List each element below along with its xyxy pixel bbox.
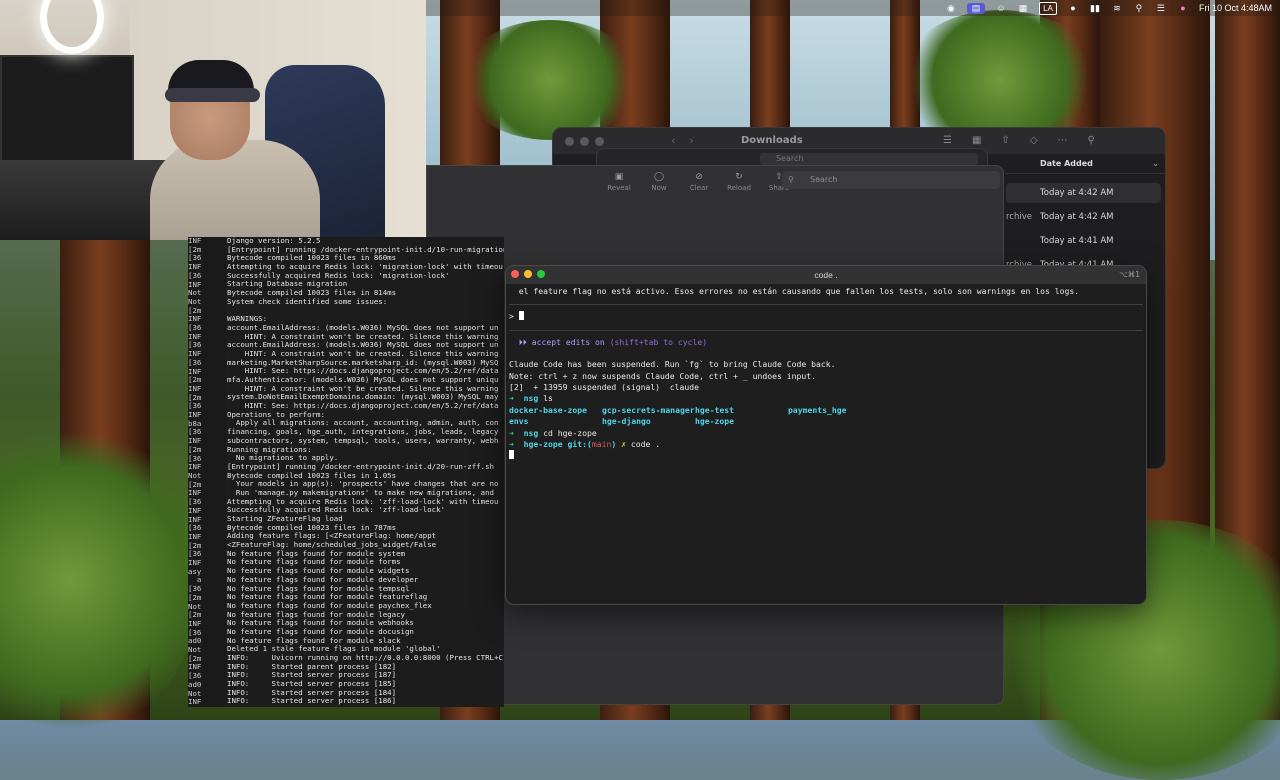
shell-input[interactable]	[509, 450, 1143, 461]
terminal-titlebar: code . ⌥⌘1	[506, 266, 1146, 284]
chevron-down-icon: ⌄	[1152, 159, 1159, 168]
prompt-dir: hge-zope	[513, 438, 563, 449]
file-date: Today at 4:42 AM	[1040, 212, 1114, 222]
search-icon: ⚲	[788, 175, 794, 184]
command-text: ls	[538, 393, 553, 404]
text-cursor	[509, 450, 514, 460]
more-icon[interactable]: ⋯	[1058, 135, 1068, 146]
terminal-shortcut: ⌥⌘1	[1119, 270, 1140, 279]
prompt-symbol: >	[509, 311, 514, 322]
divider	[509, 304, 1143, 306]
console-search-field[interactable]: ⚲ Search	[782, 171, 1000, 189]
group-icon[interactable]: ▦	[972, 135, 981, 146]
share-icon[interactable]: ⇧	[1001, 135, 1009, 146]
file-row[interactable]: rchive Today at 4:42 AM	[1006, 207, 1161, 227]
ls-output-row: docker-base-zope gcp-secrets-manager hge…	[509, 405, 1143, 416]
file-row[interactable]: Today at 4:41 AM	[1006, 231, 1161, 251]
divider	[509, 329, 1143, 331]
list-view-icon[interactable]: ☰	[943, 135, 952, 146]
clear-button[interactable]: ⊘ Clear	[686, 172, 712, 192]
suspend-line-1: Claude Code has been suspended. Run `fg`…	[509, 359, 836, 370]
file-date: Today at 4:41 AM	[1040, 236, 1114, 246]
accept-edits-status: ⏵⏵ accept edits on (shift+tab to cycle)	[509, 337, 1143, 348]
log-line: System check identified some issues:	[227, 296, 388, 306]
ls-output-row: envs hge-django hge-zope	[509, 416, 1143, 427]
control-center-icon[interactable]: ☰	[1155, 3, 1167, 14]
screen-record-icon[interactable]: ◉	[945, 3, 957, 14]
command-text: cd hge-zope	[538, 427, 597, 438]
finder-traffic-lights	[565, 136, 604, 146]
search-icon[interactable]: ⚲	[1133, 3, 1145, 14]
shell-command-line: ➜ nsg cd hge-zope	[509, 428, 1143, 439]
prompt-dir: nsg	[513, 393, 539, 404]
claude-message: el feature flag no está activo. Esos err…	[509, 286, 1080, 296]
file-date: Today at 4:42 AM	[1040, 188, 1114, 198]
search-icon[interactable]: ⚲	[1088, 135, 1095, 146]
git-branch: main	[591, 438, 612, 449]
command-text: code .	[625, 438, 661, 449]
console-toolbar: ▣ Reveal ◯ Now ⊘ Clear ↻ Reload ⇧ Share	[606, 172, 792, 192]
suspend-line-3: [2] + 13959 suspended (signal) claude	[509, 381, 700, 392]
minimize-button[interactable]	[580, 136, 589, 146]
git-label: git:(	[562, 438, 592, 449]
battery-icon[interactable]: ▮▮	[1089, 3, 1101, 14]
now-label: Now	[651, 184, 667, 192]
now-button[interactable]: ◯ Now	[646, 172, 672, 192]
ls-item: hge-test	[695, 404, 734, 415]
stats-icon[interactable]: ▦	[1017, 3, 1029, 14]
ls-item: docker-base-zope	[509, 404, 587, 415]
user-icon[interactable]: ●	[1067, 3, 1079, 14]
close-button[interactable]	[565, 136, 574, 146]
log-left-pane: INF [2m [36 INF [36 INF Not Not [2m INF …	[188, 237, 226, 707]
suspend-line-2: Note: ctrl + z now suspends Claude Code,…	[509, 370, 816, 381]
accessibility-icon[interactable]: ☺	[995, 3, 1007, 14]
reload-label: Reload	[727, 184, 751, 192]
secondary-search-field[interactable]: Search	[760, 153, 978, 165]
clear-icon: ⊘	[695, 172, 703, 182]
menubar-clock[interactable]: Fri 10 Oct 4:48AM	[1199, 3, 1272, 13]
back-icon[interactable]: ‹	[671, 134, 675, 147]
webcam-overlay	[0, 0, 426, 240]
column-header-label: Date Added	[1040, 159, 1093, 168]
forward-icon[interactable]: ›	[689, 134, 693, 147]
terminal-body[interactable]: el feature flag no está activo. Esos err…	[506, 284, 1146, 464]
text-cursor	[518, 311, 524, 321]
ls-item: hge-django	[602, 416, 651, 427]
reload-icon: ↻	[735, 172, 743, 182]
log-line: INFO: Started server process [186]	[227, 696, 397, 706]
shell-command-line: ➜ nsg ls	[509, 393, 1143, 404]
ls-item: envs	[509, 416, 529, 427]
zoom-button[interactable]	[595, 136, 604, 146]
reveal-icon: ▣	[614, 172, 624, 182]
file-row[interactable]: Today at 4:42 AM	[1006, 183, 1161, 203]
input-source-icon[interactable]: LA	[1038, 1, 1057, 15]
reveal-label: Reveal	[607, 184, 631, 192]
tag-icon[interactable]: ◇	[1030, 135, 1038, 146]
accept-edits-label: ⏵⏵ accept edits on	[509, 336, 610, 347]
accept-edits-hint: (shift+tab to cycle)	[609, 336, 708, 347]
wifi-icon[interactable]: ≋	[1111, 3, 1123, 14]
terminal-title: code .	[814, 270, 838, 280]
log-terminal-window[interactable]: INF [2m [36 INF [36 INF Not Not [2m INF …	[188, 237, 504, 707]
column-header-date-added[interactable]: Date Added ⌄	[1006, 154, 1165, 174]
reload-button[interactable]: ↻ Reload	[726, 172, 752, 192]
ls-item: payments_hge	[788, 404, 847, 415]
reveal-button[interactable]: ▣ Reveal	[606, 172, 632, 192]
ls-item: gcp-secrets-manager	[602, 404, 695, 415]
shell-command-line: ➜ hge-zope git:(main) ✗ code .	[509, 439, 1143, 450]
search-placeholder: Search	[810, 175, 838, 184]
display-icon[interactable]: ▤	[966, 2, 985, 14]
claude-prompt-input[interactable]: >	[509, 311, 1143, 322]
clear-label: Clear	[689, 184, 709, 192]
dirty-marker: ✗	[616, 438, 626, 449]
prompt-dir: nsg	[513, 427, 539, 438]
finder-title: Downloads	[741, 135, 803, 146]
code-terminal-window[interactable]: code . ⌥⌘1 el feature flag no está activ…	[505, 265, 1147, 605]
log-output: Django version: 5.2.5 [Entrypoint] runnin…	[227, 237, 504, 706]
ls-item: hge-zope	[695, 416, 734, 427]
now-icon: ◯	[653, 172, 665, 182]
file-kind: rchive	[1006, 212, 1032, 222]
siri-icon[interactable]: ●	[1177, 3, 1189, 14]
